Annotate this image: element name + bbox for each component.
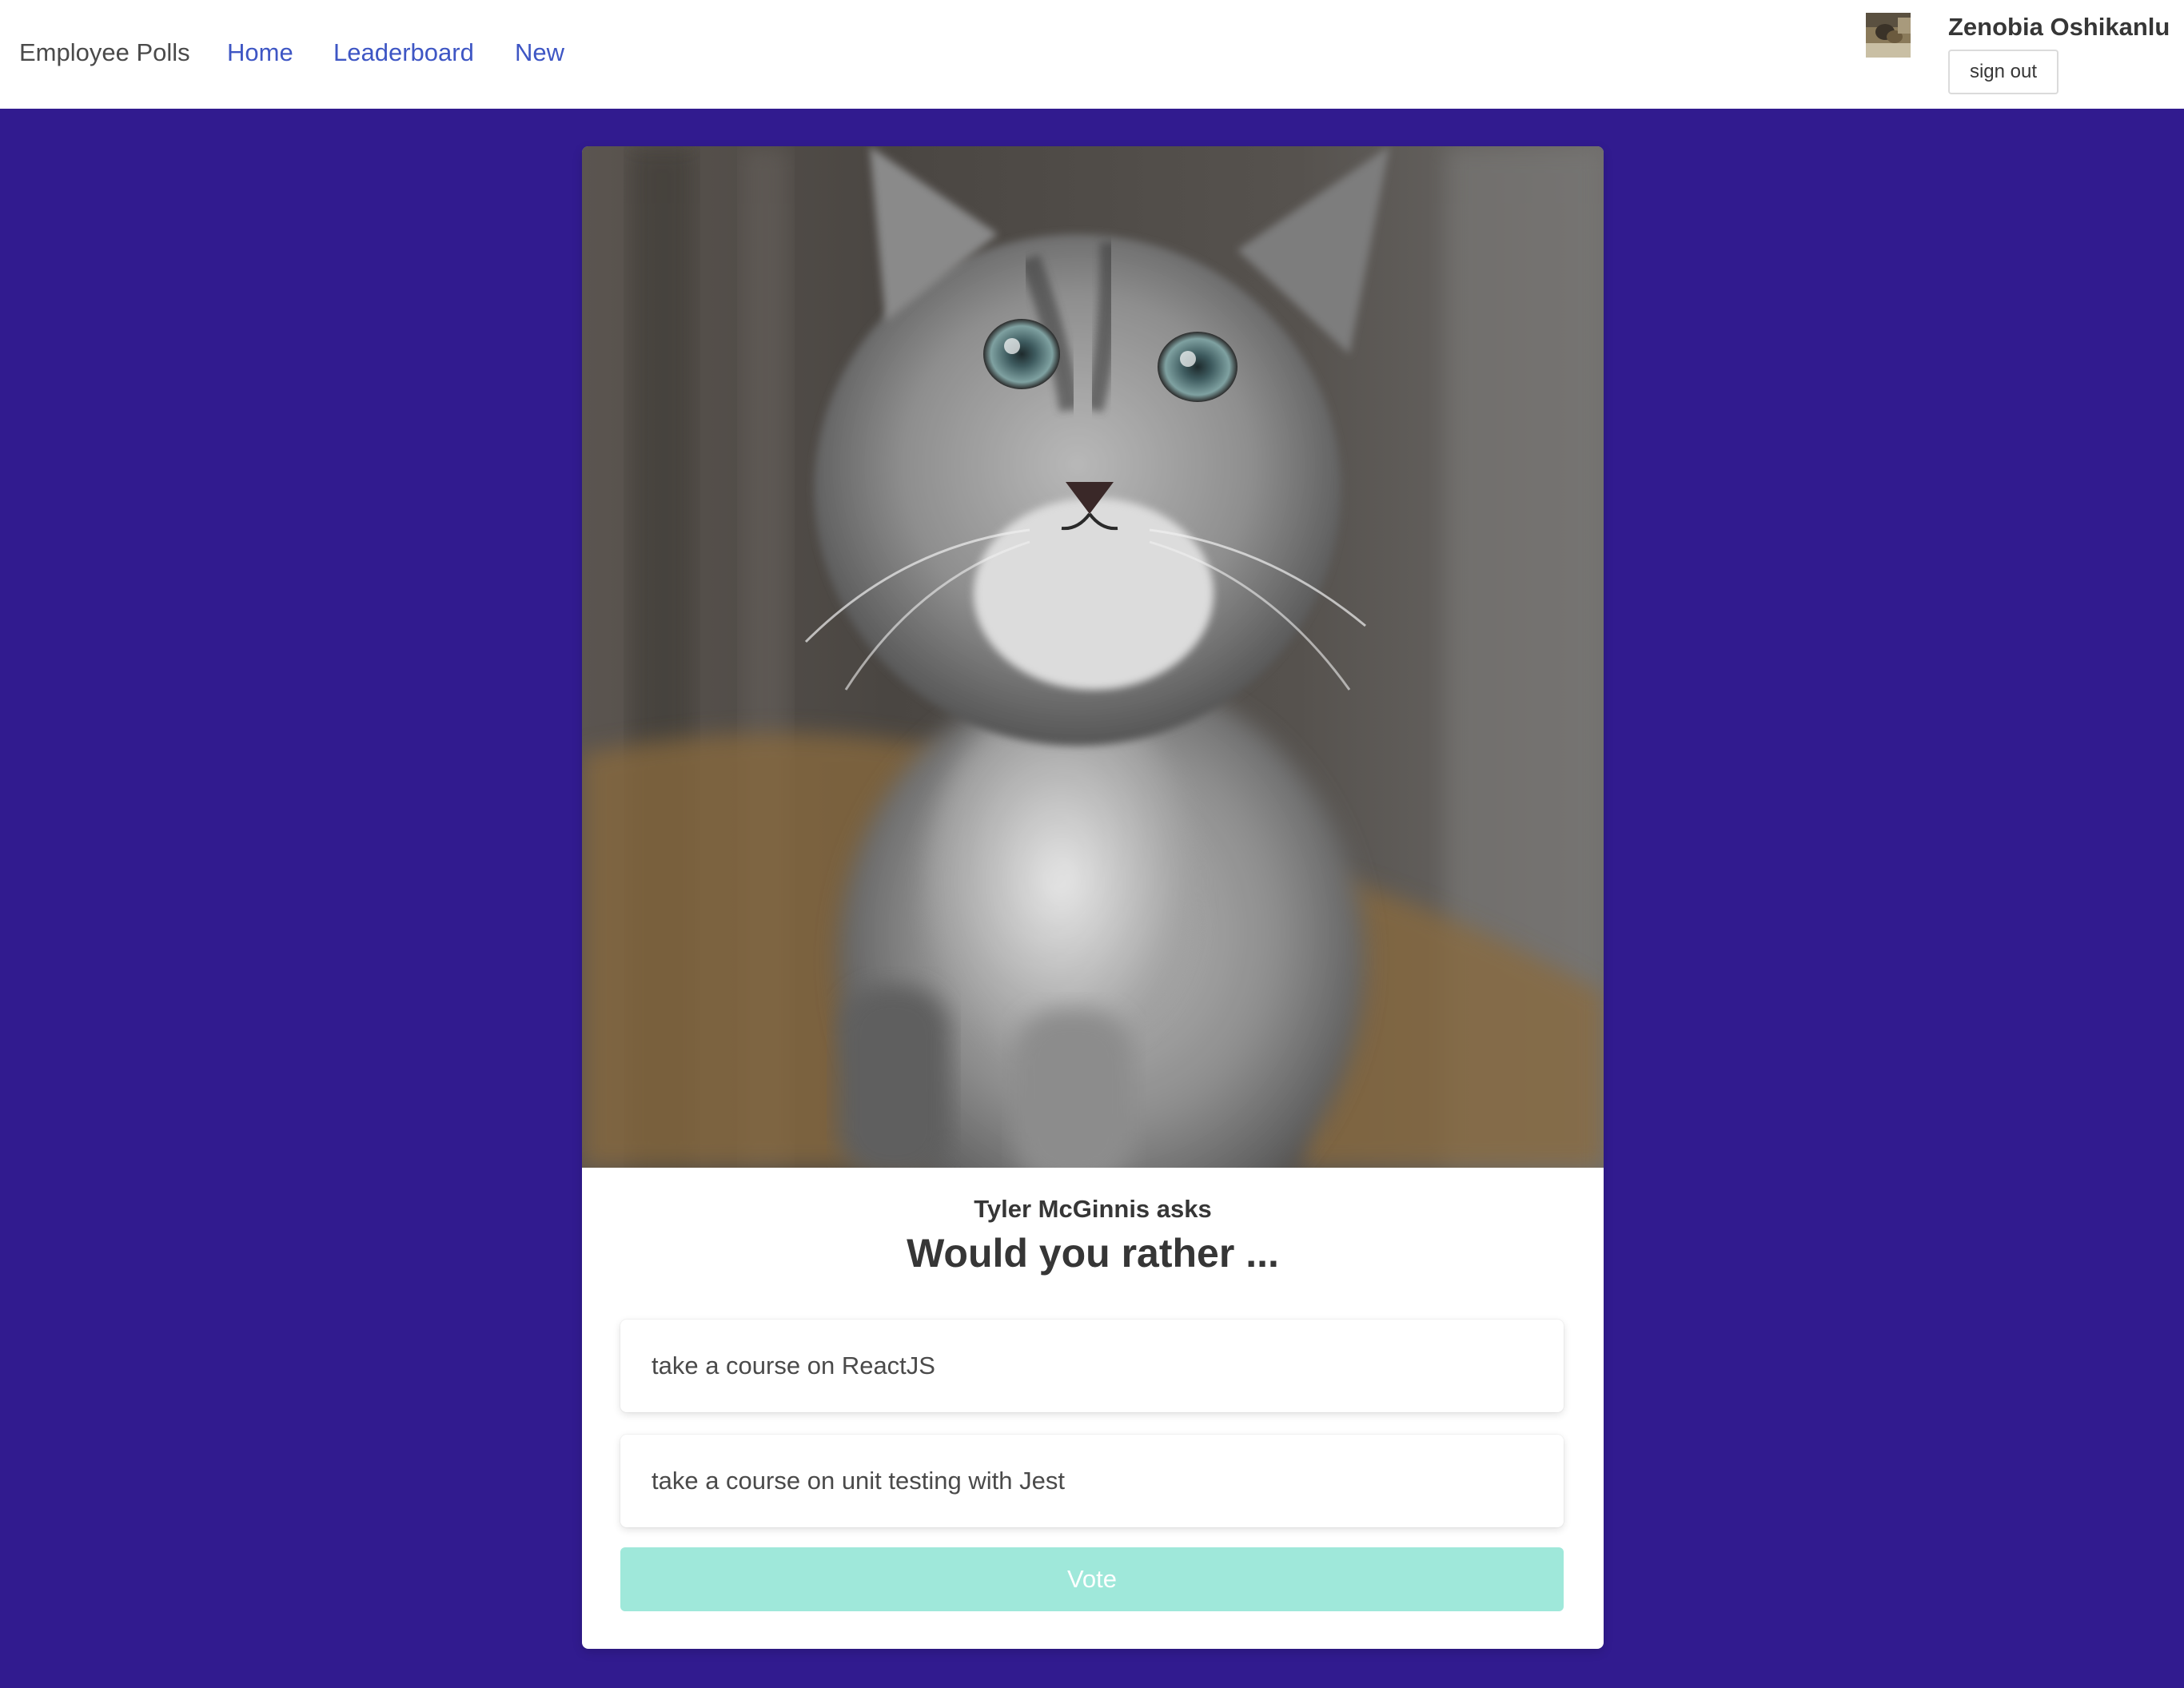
kitten-photo: [582, 146, 1604, 1168]
poll-asker: Tyler McGinnis asks: [974, 1195, 1212, 1223]
poll-card: Tyler McGinnis asks Would you rather ...…: [582, 146, 1604, 1649]
nav-link-new[interactable]: New: [515, 38, 564, 67]
poll-author-image: [582, 146, 1604, 1168]
top-navbar: Employee Polls Home Leaderboard New Zeno…: [0, 0, 2184, 109]
vote-button[interactable]: Vote: [620, 1547, 1564, 1611]
question-title: Would you rather ...: [907, 1231, 1279, 1276]
nav-link-home[interactable]: Home: [227, 38, 293, 67]
nav-link-leaderboard[interactable]: Leaderboard: [333, 38, 474, 67]
user-name: Zenobia Oshikanlu: [1948, 13, 2170, 41]
user-avatar: [1866, 13, 1911, 58]
poll-option-one[interactable]: take a course on ReactJS: [620, 1320, 1564, 1412]
sign-out-button[interactable]: sign out: [1948, 50, 2058, 94]
app-brand: Employee Polls: [19, 38, 190, 66]
poll-option-two[interactable]: take a course on unit testing with Jest: [620, 1435, 1564, 1527]
user-avatar-image: [1866, 13, 1911, 58]
